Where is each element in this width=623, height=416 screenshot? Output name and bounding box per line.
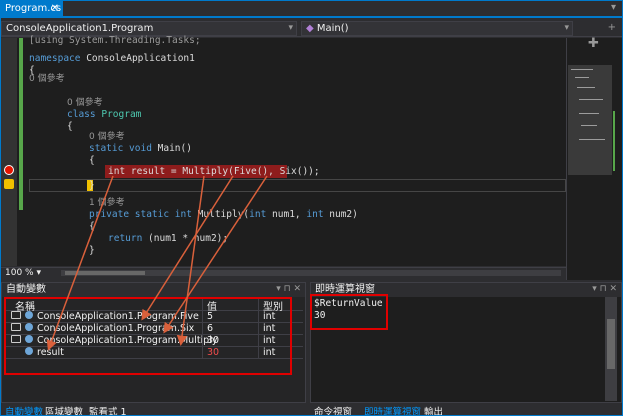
code-text: Main() bbox=[151, 143, 192, 154]
member-dropdown[interactable]: ◆ Main() ▾ bbox=[301, 21, 573, 36]
minimap-viewport[interactable] bbox=[568, 65, 612, 175]
type-name: Program bbox=[101, 109, 142, 120]
minimap-line bbox=[575, 77, 589, 78]
minimap-line bbox=[579, 113, 599, 114]
codelens-references[interactable]: 0 個參考 bbox=[29, 72, 65, 86]
code-text: ConsoleApplication1 bbox=[80, 53, 195, 64]
code-line: static void Main() bbox=[89, 142, 192, 156]
keyword: class bbox=[67, 109, 96, 120]
minimap-change-bar bbox=[613, 111, 615, 171]
code-line: { bbox=[67, 121, 73, 132]
code-line: class Program bbox=[67, 108, 141, 122]
minimap-line bbox=[581, 125, 597, 126]
method-icon: ◆ bbox=[306, 23, 317, 34]
keyword: int bbox=[249, 209, 267, 220]
code-line: [using System.Threading.Tasks; bbox=[29, 35, 201, 46]
code-text: (num1 * num2); bbox=[142, 233, 229, 244]
annotation-box-autos bbox=[4, 297, 292, 375]
minimap-line bbox=[579, 139, 605, 140]
pane-buttons[interactable]: ▾ ⊓ ✕ bbox=[592, 283, 617, 296]
annotation-box-immediate bbox=[310, 294, 388, 330]
tab-immediate-window[interactable]: 即時運算視窗 bbox=[364, 404, 421, 415]
code-line: { bbox=[89, 221, 95, 232]
code-text: Multiply( bbox=[191, 209, 250, 220]
type-dropdown-value: ConsoleApplication1.Program bbox=[6, 23, 154, 34]
code-line: private static int Multiply(int num1, in… bbox=[89, 208, 358, 222]
change-tracking-bar bbox=[19, 38, 23, 210]
immediate-tab-strip: 命令視窗 即時運算視窗 輸出 bbox=[310, 404, 622, 415]
tab-locals[interactable]: 區域變數 bbox=[45, 404, 83, 415]
vertical-scroll-thumb[interactable] bbox=[607, 319, 615, 369]
keyword: namespace bbox=[29, 53, 81, 64]
document-tab-strip: Program.cs ✕ ▾ bbox=[1, 1, 622, 18]
indicator-margin[interactable] bbox=[1, 38, 17, 266]
code-line: return (num1 * num2); bbox=[108, 232, 228, 246]
minimap-line bbox=[571, 69, 593, 70]
autos-tab-strip: 自動變數 區域變數 監看式 1 bbox=[1, 404, 306, 415]
tab-output[interactable]: 輸出 bbox=[424, 404, 443, 415]
keyword: int bbox=[306, 209, 324, 220]
chevron-down-icon: ▾ bbox=[288, 23, 293, 33]
tab-program-cs[interactable]: Program.cs ✕ bbox=[1, 1, 63, 18]
current-line-highlight bbox=[29, 179, 566, 192]
code-line-breakpoint: int result = Multiply(Five(), Six()); bbox=[108, 166, 320, 177]
keyword: private static int bbox=[89, 209, 192, 220]
code-line: } bbox=[89, 180, 95, 191]
chevron-down-icon[interactable]: ▾ bbox=[611, 2, 616, 13]
code-text: num1, bbox=[266, 209, 307, 220]
code-line: namespace ConsoleApplication1 bbox=[29, 52, 195, 66]
ide-window: Program.cs ✕ ▾ ConsoleApplication1.Progr… bbox=[0, 0, 623, 416]
member-dropdown-value: Main() bbox=[316, 23, 349, 34]
keyword: return bbox=[108, 233, 143, 244]
tab-autos[interactable]: 自動變數 bbox=[5, 404, 43, 415]
autos-title-bar[interactable]: 自動變數 ▾ ⊓ ✕ bbox=[2, 283, 305, 297]
split-editor-icon[interactable]: ✚ bbox=[588, 36, 599, 51]
code-line: { bbox=[89, 155, 95, 166]
minimap-line bbox=[579, 99, 603, 100]
pane-buttons[interactable]: ▾ ⊓ ✕ bbox=[276, 283, 301, 296]
zoom-value: 100 % bbox=[5, 268, 34, 278]
execution-pointer-icon[interactable] bbox=[4, 179, 14, 189]
breakpoint-icon[interactable] bbox=[4, 165, 14, 175]
horizontal-scroll-thumb[interactable] bbox=[65, 271, 145, 275]
close-icon[interactable]: ✕ bbox=[51, 3, 59, 14]
tab-watch1[interactable]: 監看式 1 bbox=[89, 404, 127, 415]
split-icon[interactable]: + bbox=[608, 22, 616, 33]
autos-title: 自動變數 bbox=[6, 284, 46, 295]
minimap-line bbox=[577, 87, 595, 88]
code-editor[interactable]: [using System.Threading.Tasks; namespace… bbox=[1, 35, 566, 266]
code-text: num2) bbox=[323, 209, 358, 220]
keyword: static void bbox=[89, 143, 152, 154]
tab-command-window[interactable]: 命令視窗 bbox=[314, 404, 352, 415]
chevron-down-icon: ▾ bbox=[564, 23, 569, 33]
code-line: } bbox=[89, 245, 95, 256]
